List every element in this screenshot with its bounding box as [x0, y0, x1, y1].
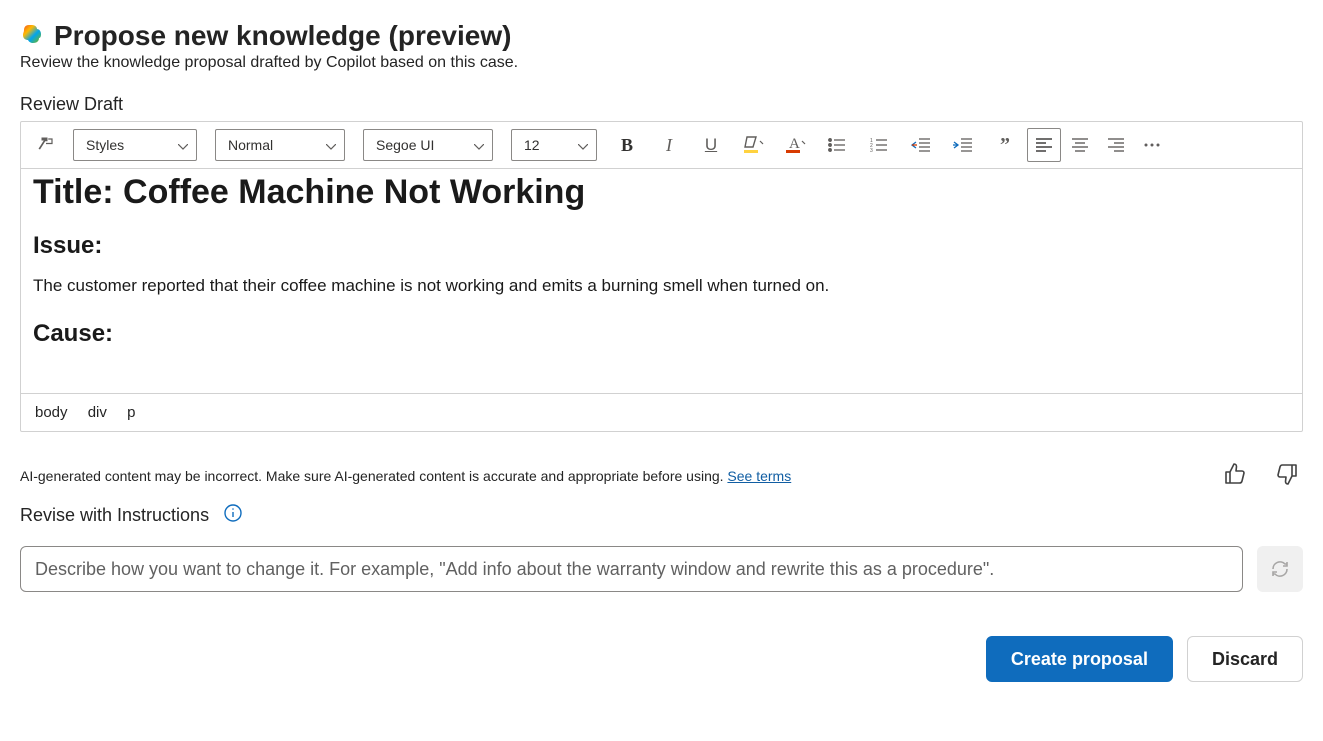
cause-text [33, 364, 1284, 393]
editor-toolbar: Styles Normal Segoe UI 12 B [21, 122, 1302, 169]
ai-disclaimer: AI-generated content may be incorrect. M… [20, 468, 791, 484]
feedback-buttons [1219, 458, 1303, 493]
decrease-indent-button[interactable] [901, 128, 941, 162]
chevron-down-icon [578, 137, 588, 153]
format-value: Normal [228, 137, 273, 153]
page-header: Propose new knowledge (preview) [20, 20, 1303, 52]
path-p[interactable]: p [127, 404, 135, 421]
font-family-select[interactable]: Segoe UI [363, 129, 493, 161]
revise-instructions-input[interactable] [20, 546, 1243, 592]
align-center-button[interactable] [1063, 128, 1097, 162]
size-value: 12 [524, 137, 540, 153]
paragraph-format-select[interactable]: Normal [215, 129, 345, 161]
editor-content[interactable]: Title: Coffee Machine Not Working Issue:… [21, 169, 1302, 393]
underline-button[interactable]: U [691, 128, 731, 162]
more-options-button[interactable] [1135, 128, 1169, 162]
align-left-button[interactable] [1027, 128, 1061, 162]
path-body[interactable]: body [35, 404, 68, 421]
issue-text: The customer reported that their coffee … [33, 276, 1284, 296]
font-value: Segoe UI [376, 137, 434, 153]
font-color-button[interactable]: A [775, 128, 815, 162]
info-icon[interactable] [223, 503, 243, 528]
thumbs-down-button[interactable] [1271, 458, 1303, 493]
path-div[interactable]: div [88, 404, 107, 421]
italic-button[interactable]: I [649, 128, 689, 162]
page-title: Propose new knowledge (preview) [54, 20, 511, 52]
thumbs-up-button[interactable] [1219, 458, 1251, 493]
discard-button[interactable]: Discard [1187, 636, 1303, 682]
chevron-down-icon [474, 137, 484, 153]
align-right-button[interactable] [1099, 128, 1133, 162]
svg-text:3: 3 [870, 148, 873, 153]
regenerate-button[interactable] [1257, 546, 1303, 592]
page-subtitle: Review the knowledge proposal drafted by… [20, 54, 1303, 72]
rich-text-editor: Styles Normal Segoe UI 12 B [20, 121, 1303, 432]
revise-label: Revise with Instructions [20, 505, 209, 526]
see-terms-link[interactable]: See terms [727, 468, 791, 484]
font-size-select[interactable]: 12 [511, 129, 597, 161]
blockquote-button[interactable]: ” [985, 128, 1025, 162]
create-proposal-button[interactable]: Create proposal [986, 636, 1173, 682]
cause-heading: Cause: [33, 320, 1284, 348]
styles-value: Styles [86, 137, 124, 153]
dialog-footer: Create proposal Discard [20, 636, 1303, 682]
chevron-down-icon [326, 137, 336, 153]
review-draft-label: Review Draft [20, 94, 1303, 115]
document-title: Title: Coffee Machine Not Working [33, 173, 1284, 212]
chevron-down-icon [178, 137, 188, 153]
bold-button[interactable]: B [607, 128, 647, 162]
increase-indent-button[interactable] [943, 128, 983, 162]
bulleted-list-button[interactable] [817, 128, 857, 162]
disclaimer-text: AI-generated content may be incorrect. M… [20, 468, 727, 484]
element-path-bar: body div p [21, 393, 1302, 431]
format-painter-button[interactable] [29, 128, 63, 162]
highlight-color-button[interactable] [733, 128, 773, 162]
numbered-list-button[interactable]: 1 2 3 [859, 128, 899, 162]
svg-text:A: A [789, 136, 800, 152]
issue-heading: Issue: [33, 232, 1284, 260]
styles-select[interactable]: Styles [73, 129, 197, 161]
copilot-icon [20, 22, 44, 51]
